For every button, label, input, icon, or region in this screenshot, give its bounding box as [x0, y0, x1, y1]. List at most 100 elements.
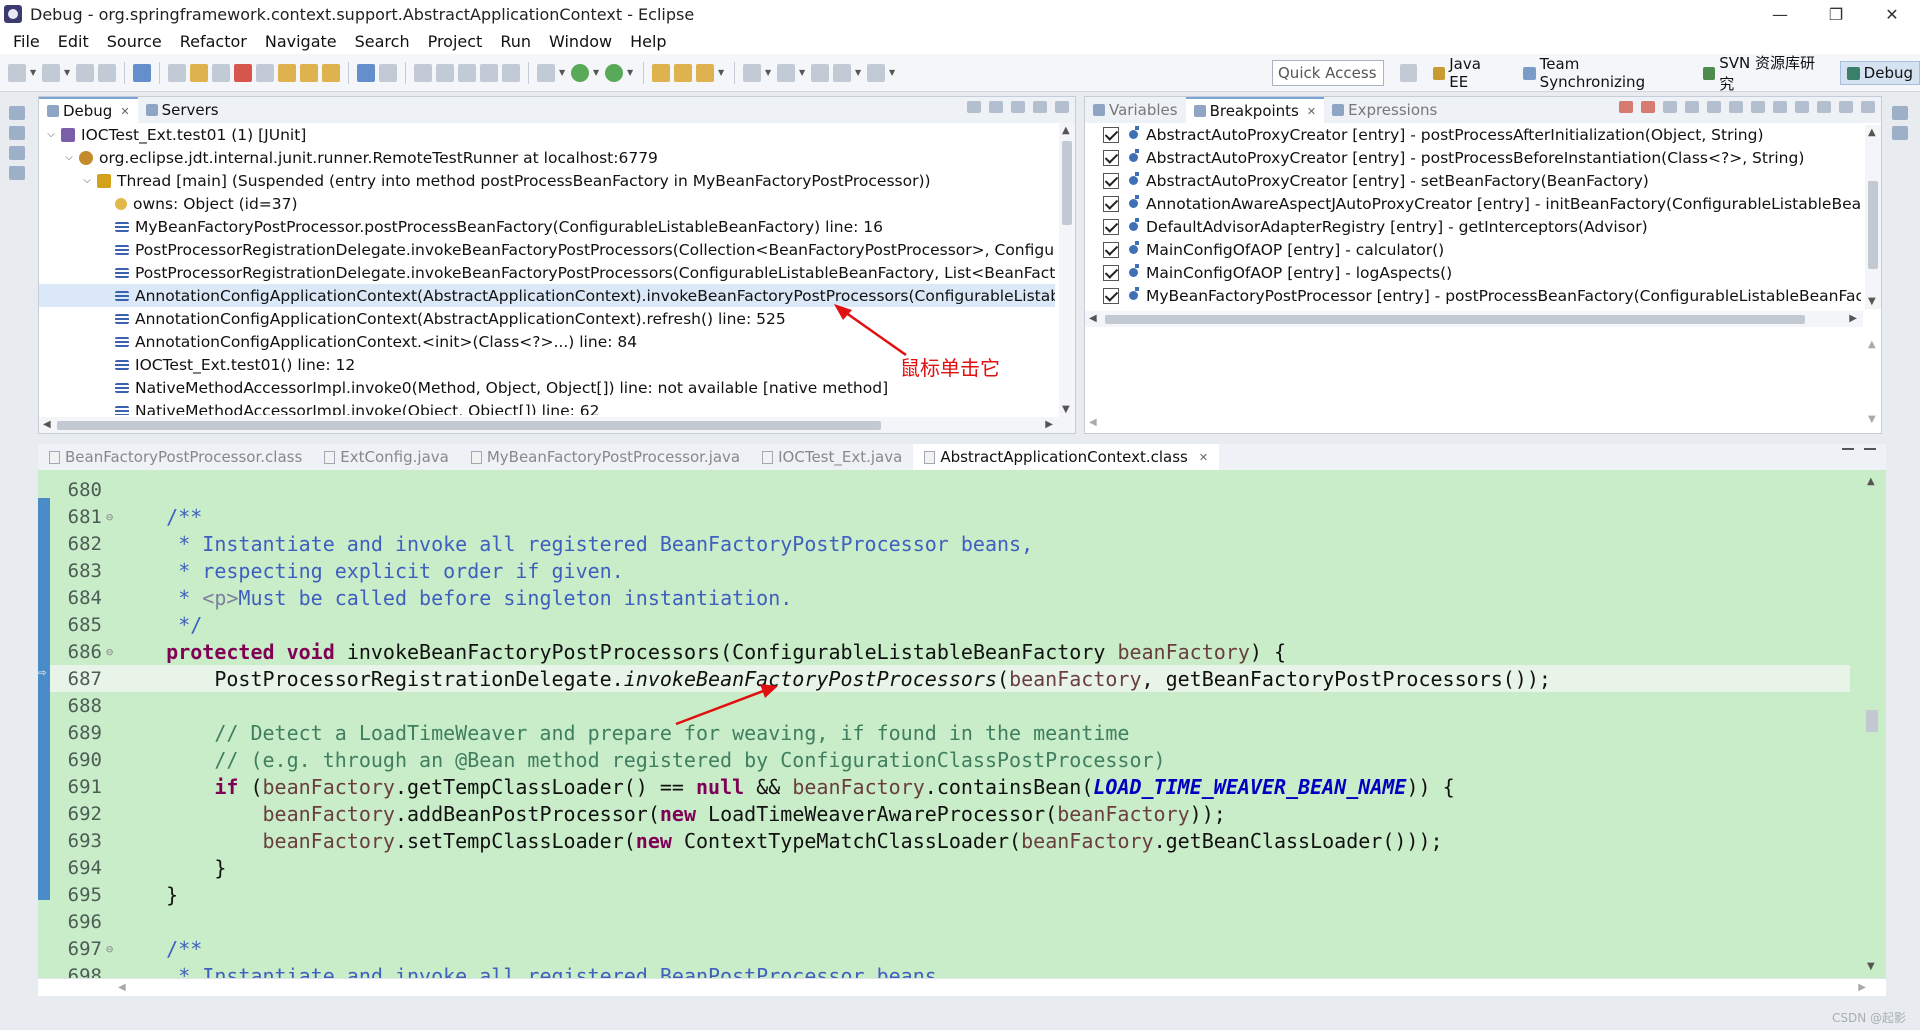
terminate-icon[interactable]: [234, 63, 252, 82]
editor-vertical-scrollbar[interactable]: ▲ ▼: [1864, 474, 1880, 974]
mark-icon[interactable]: [480, 63, 498, 82]
breakpoint-checkbox[interactable]: [1103, 287, 1119, 304]
open-task-icon[interactable]: [674, 63, 692, 82]
tab-abstractapplicationcontext-class[interactable]: AbstractApplicationContext.class ✕: [913, 444, 1220, 470]
debug-vertical-scrollbar[interactable]: ▲ ▼: [1059, 123, 1075, 417]
scrollbar-thumb[interactable]: [57, 421, 881, 430]
chevron-down-icon[interactable]: ▼: [855, 68, 863, 77]
chevron-up-icon[interactable]: ▲: [1868, 127, 1876, 138]
breakpoint-row[interactable]: MainConfigOfAOP [entry] - calculator(): [1103, 238, 1861, 261]
editor-horizontal-scrollbar[interactable]: ◀ ▶: [38, 978, 1886, 996]
next-annotation-icon[interactable]: [743, 63, 761, 82]
menu-window[interactable]: Window: [540, 32, 621, 51]
breakpoint-checkbox[interactable]: [1103, 172, 1119, 189]
chevron-left-icon[interactable]: ◀: [43, 419, 51, 430]
breakpoint-row[interactable]: MainConfigOfAOP [entry] - logAspects(): [1103, 261, 1861, 284]
menu-navigate[interactable]: Navigate: [256, 32, 346, 51]
maximize-icon[interactable]: [1864, 448, 1876, 458]
run-icon[interactable]: [571, 63, 589, 82]
chevron-left-icon[interactable]: ◀: [1089, 313, 1097, 324]
close-button[interactable]: ✕: [1864, 0, 1920, 28]
chevron-down-icon[interactable]: ▼: [1867, 961, 1875, 972]
chevron-down-icon[interactable]: ▼: [765, 68, 773, 77]
link-icon[interactable]: [436, 63, 454, 82]
perspective-java-ee[interactable]: Java EE: [1427, 53, 1507, 93]
menu-source[interactable]: Source: [98, 32, 171, 51]
tab-variables[interactable]: Variables: [1085, 97, 1186, 123]
tab-expressions[interactable]: Expressions: [1324, 97, 1445, 123]
perspective-debug[interactable]: Debug: [1839, 61, 1920, 85]
perspective-team-synchronizing[interactable]: Team Synchronizing: [1517, 53, 1687, 93]
breakpoints-horizontal-scrollbar[interactable]: ◀ ▶: [1085, 311, 1863, 327]
chevron-up-icon[interactable]: ▲: [1867, 476, 1875, 487]
menu-edit[interactable]: Edit: [49, 32, 98, 51]
menu-refactor[interactable]: Refactor: [171, 32, 256, 51]
block-icon[interactable]: [458, 63, 476, 82]
chevron-down-icon[interactable]: ⌵: [63, 152, 75, 163]
chevron-up-icon[interactable]: ▲: [1062, 125, 1070, 136]
chevron-down-icon[interactable]: ▼: [593, 68, 601, 77]
chevron-left-icon[interactable]: ◀: [118, 982, 126, 993]
toggle-icon[interactable]: [414, 63, 432, 82]
breakpoint-checkbox[interactable]: [1103, 149, 1119, 166]
scrollbar-thumb[interactable]: [1105, 315, 1805, 324]
occurrences-icon[interactable]: [502, 63, 520, 82]
tab-beanfactorypostprocessor-class[interactable]: BeanFactoryPostProcessor.class: [38, 444, 313, 470]
chevron-down-icon[interactable]: ▼: [64, 68, 72, 77]
step-into-icon[interactable]: [278, 63, 296, 82]
minimize-icon[interactable]: [1842, 448, 1854, 458]
remove-breakpoint-icon[interactable]: [1619, 101, 1633, 113]
breakpoint-checkbox[interactable]: [1103, 264, 1119, 281]
chevron-down-icon[interactable]: ▼: [718, 68, 726, 77]
tree-item-target[interactable]: ⌵ org.eclipse.jdt.internal.junit.runner.R…: [39, 146, 1055, 169]
chevron-left-icon[interactable]: ◀: [1089, 417, 1097, 428]
breakpoint-checkbox[interactable]: [1103, 126, 1119, 143]
use-step-filters-icon[interactable]: [379, 63, 397, 82]
minimize-button[interactable]: —: [1752, 0, 1808, 28]
terminal-icon[interactable]: [133, 63, 151, 82]
debug-horizontal-scrollbar[interactable]: ◀ ▶: [39, 417, 1075, 433]
scrollbar-thumb[interactable]: [1062, 141, 1072, 225]
breakpoint-row[interactable]: AbstractAutoProxyCreator [entry] - setBe…: [1103, 169, 1861, 192]
chevron-down-icon[interactable]: ▼: [1868, 296, 1876, 307]
tab-debug[interactable]: Debug ✕: [39, 97, 138, 123]
chevron-right-icon[interactable]: ▶: [1849, 313, 1857, 324]
tab-ioctest-ext-java[interactable]: IOCTest_Ext.java: [751, 444, 913, 470]
minimize-icon[interactable]: [1839, 101, 1853, 113]
chevron-down-icon[interactable]: ▼: [30, 68, 38, 77]
fold-icon[interactable]: ⊖: [106, 942, 118, 956]
step-return-icon[interactable]: [322, 63, 340, 82]
progress-icon[interactable]: [9, 166, 25, 180]
maximize-icon[interactable]: [1055, 101, 1069, 113]
scrollbar-thumb[interactable]: [1866, 710, 1878, 732]
stack-frame[interactable]: NativeMethodAccessorImpl.invoke(Object, …: [39, 399, 1055, 415]
restore-button[interactable]: ❐: [1808, 0, 1864, 28]
forward-icon[interactable]: [867, 63, 885, 82]
tree-item-thread[interactable]: ⌵ Thread [main] (Suspended (entry into me…: [39, 169, 1055, 192]
perspective-svn[interactable]: SVN 资源库研究: [1697, 50, 1830, 96]
link-with-debug-icon[interactable]: [1773, 101, 1787, 113]
chevron-up-icon[interactable]: ▲: [1868, 339, 1876, 350]
tab-extconfig-java[interactable]: ExtConfig.java: [313, 444, 460, 470]
add-exception-breakpoint-icon[interactable]: [1795, 101, 1809, 113]
minimize-icon[interactable]: [1033, 101, 1047, 113]
close-icon[interactable]: ✕: [1307, 105, 1316, 118]
previous-annotation-icon[interactable]: [777, 63, 795, 82]
breakpoint-row[interactable]: DefaultAdvisorAdapterRegistry [entry] - …: [1103, 215, 1861, 238]
quick-access-input[interactable]: Quick Access: [1272, 60, 1384, 86]
breakpoint-checkbox[interactable]: [1103, 218, 1119, 235]
go-to-file-icon[interactable]: [1685, 101, 1699, 113]
step-over-icon[interactable]: [300, 63, 318, 82]
details-horizontal-scrollbar[interactable]: ◀: [1085, 415, 1863, 431]
breakpoint-row[interactable]: AnnotationAwareAspectJAutoProxyCreator […: [1103, 192, 1861, 215]
maximize-icon[interactable]: [1861, 101, 1875, 113]
fold-icon[interactable]: ⊖: [106, 510, 118, 524]
chevron-down-icon[interactable]: ▼: [889, 68, 897, 77]
tab-servers[interactable]: Servers: [138, 97, 227, 123]
chevron-down-icon[interactable]: ▼: [799, 68, 807, 77]
breakpoints-vertical-scrollbar[interactable]: ▲ ▼: [1865, 125, 1881, 309]
restore-icon[interactable]: [9, 106, 25, 120]
tree-item-launch[interactable]: ⌵ IOCTest_Ext.test01 (1) [JUnit]: [39, 123, 1055, 146]
debug-icon[interactable]: [605, 63, 623, 82]
breakpoint-row[interactable]: AbstractAutoProxyCreator [entry] - postP…: [1103, 123, 1861, 146]
